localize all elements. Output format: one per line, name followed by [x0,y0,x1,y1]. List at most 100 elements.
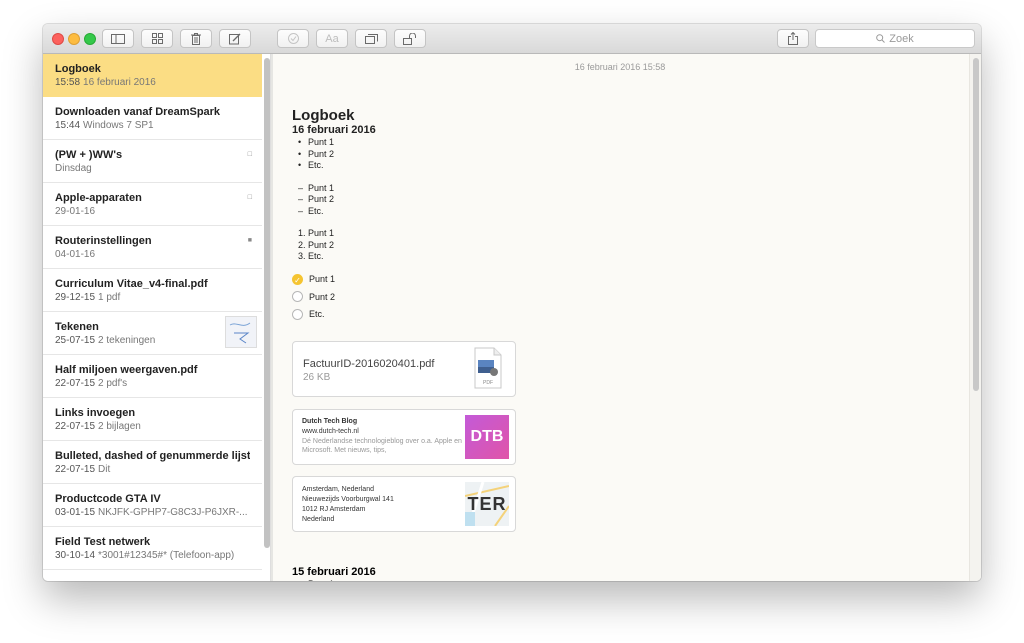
lock-note-button[interactable] [394,29,426,48]
note-item-snippet: 2 bijlagen [98,421,141,432]
bullet-item[interactable]: •Punt 1 [292,137,892,149]
checklist-item[interactable]: Punt 2 [292,288,892,306]
dash-item[interactable]: – Punt 1 [292,183,892,195]
section-date-1: 16 februari 2016 [292,124,376,136]
bullet-item-marker: • [298,579,308,581]
delete-button[interactable] [180,29,212,48]
note-item-snippet: 16 februari 2016 [83,77,156,88]
checklist-item[interactable]: Etc. [292,306,892,324]
checklist-item[interactable]: ✓ Punt 1 [292,271,892,289]
bullet-item-marker: • [298,148,302,159]
map-label: TER [467,494,507,514]
link-description: Dé Nederlandse technologieblog over o.a.… [302,438,462,454]
site-logo: DTB [465,415,509,459]
note-item-title: (PW + )WW's [55,149,123,161]
note-editor[interactable]: 16 februari 2016 15:58 Logboek 16 februa… [273,54,981,581]
note-item-subtitle: Dinsdag [55,163,250,174]
numbered-item[interactable]: 2. Punt 2 [292,240,892,252]
add-media-button[interactable] [355,29,387,48]
bullet-item[interactable]: • Punt 2 [292,149,892,161]
note-item-title: Downloaden vanaf DreamSpark [55,106,221,118]
section-date-2: 15 februari 2016 [292,566,376,578]
note-list-item[interactable]: Curriculum Vitae_v4-final.pdf 29-12-15 1 p… [43,269,262,312]
toggle-sidebar-button[interactable] [102,29,134,48]
note-item-title: Productcode GTA IV [55,493,161,505]
new-note-button[interactable] [219,29,251,48]
note-list-item[interactable]: Tekenen 25-07-15 2 tekeningen [43,312,262,355]
checklist-label: Punt 1 [309,274,336,285]
editor-scrollbar[interactable] [973,58,979,391]
note-item-title: Apple-apparaten [55,192,142,204]
search-field[interactable]: Zoek [815,29,975,48]
dash-item[interactable]: – Etc. [292,206,892,218]
dash-item-marker: – [298,194,304,204]
attachments-browser-button[interactable] [141,29,173,48]
note-item-time: 22-07-15 [55,378,96,389]
note-item-time: 15:44 [55,120,81,131]
note-item-title: Tekenen [55,321,99,333]
format-button[interactable]: Aa [316,29,348,48]
note-list-item[interactable]: (PW + )WW's Dinsdag □ [43,140,262,183]
lock-icon: ■ [247,237,252,244]
bullet-item[interactable]: •Punt 1 [292,579,692,581]
note-content[interactable]: Logboek 16 februari 2016 • Punt 1 • Punt 2 •… [292,81,892,323]
pdf-file-name: FactuurID-2016020401.pdf [303,358,435,370]
dash-item-text: Punt 1 [308,182,335,193]
close-button[interactable] [52,33,64,45]
checklist-button[interactable] [277,29,309,48]
note-list-item[interactable]: Bulleted, dashed of genummerde lijst 22-0… [43,441,262,484]
share-button[interactable] [777,29,809,48]
notes-list: Logboek 15:58 16 februari 2016 Downloaden v… [43,54,271,581]
unlock-icon: □ [247,194,252,201]
notes-window: Aa Zoek Logboek 15:58 16 februari 2016 Down… [43,24,981,581]
bullet-item-text: Punt 2 [308,148,335,159]
note-item-time: 22-07-15 [55,421,96,432]
note-item-snippet: 1 pdf [98,292,121,303]
note-list-item[interactable]: Apple-apparaten 29-01-16 □ [43,183,262,226]
link-title: Dutch Tech Blog [302,418,358,425]
pdf-attachment[interactable]: FactuurID-2016020401.pdf 26 KB PDF [292,341,516,397]
minimize-button[interactable] [68,33,80,45]
numbered-item[interactable]: 3. Etc. [292,251,892,263]
note-item-title: Field Test netwerk [55,536,151,548]
note-item-snippet: *3001#12345#* (Telefoon-app) [98,550,235,561]
link-url: www.dutch-tech.nl [302,428,359,435]
note-list-item[interactable]: Half miljoen weergaven.pdf 22-07-15 2 pdf'… [43,355,262,398]
note-item-title: Links invoegen [55,407,136,419]
drawing-thumbnail-icon [225,316,257,348]
dash-item-text: Etc. [308,205,324,216]
note-item-time: 25-07-15 [55,335,96,346]
unchecked-checkbox[interactable] [292,308,303,320]
note-list-item[interactable]: Field Test netwerk 30-10-14 *3001#12345#* … [43,527,262,570]
note-list-item[interactable]: Downloaden vanaf DreamSpark 15:44 Windows … [43,97,262,140]
note-date-header: 16 februari 2016 15:58 [574,62,666,72]
checked-checkbox[interactable]: ✓ [292,273,303,285]
sidebar-scrollbar[interactable] [264,58,270,548]
note-list-item[interactable]: Productcode GTA IV 03-01-15 NKJFK-GPHP7-G8… [43,484,262,527]
note-item-snippet: 2 pdf's [98,378,128,389]
unchecked-checkbox[interactable] [292,291,303,303]
note-item-subtitle: 22-07-15 Dit [55,464,250,475]
note-item-snippet: 2 tekeningen [98,335,156,346]
note-item-subtitle: 22-07-15 2 bijlagen [55,421,250,432]
note-list-item[interactable]: Links invoegen 22-07-15 2 bijlagen [43,398,262,441]
numbered-item-marker: 3. [298,251,306,261]
note-item-time: 15:58 [55,77,81,88]
dash-item[interactable]: – Punt 2 [292,194,892,206]
bullet-item-marker: • [298,160,302,170]
bullet-item-text: Punt 1 [308,137,335,147]
checklist-label: Etc. [309,309,325,320]
trash-icon [191,32,201,45]
address-line: Nieuwezijds Voorburgwal 141 [302,496,394,503]
note-list-item[interactable]: Logboek 15:58 16 februari 2016 [43,54,262,97]
zoom-button[interactable] [84,33,96,45]
map-location-card[interactable]: Amsterdam, Nederland Nieuwezijds Voorburg… [292,476,516,532]
link-preview-card[interactable]: Dutch Tech Blog www.dutch-tech.nl Dé Ned… [292,409,516,465]
note-item-subtitle: 25-07-15 2 tekeningen [55,335,250,346]
bullet-item[interactable]: • Etc. [292,160,892,172]
note-list-item[interactable]: Routerinstellingen 04-01-16 ■ [43,226,262,269]
section-2[interactable]: 15 februari 2016 •Punt 1•Punt 2 [292,566,692,581]
note-item-snippet: Dit [98,464,111,475]
media-icon [364,33,378,44]
numbered-item[interactable]: 1. Punt 1 [292,228,892,240]
